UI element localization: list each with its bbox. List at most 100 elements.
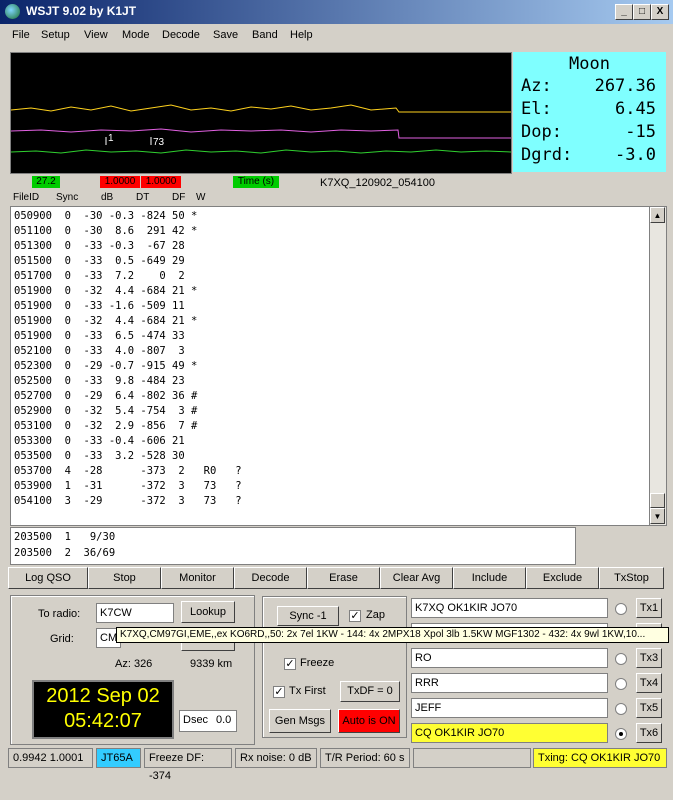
status-ratio: 0.9942 1.0001: [8, 748, 93, 768]
sync-spinner[interactable]: Sync -1: [277, 606, 339, 626]
list-item: 051100 0 -30 8.6 291 42 *: [14, 225, 198, 237]
vertical-scrollbar[interactable]: ▲ ▼: [649, 206, 667, 526]
file-name: K7XQ_120902_054100: [320, 177, 435, 189]
tx4-button[interactable]: Tx4: [636, 673, 662, 693]
dsec-label: Dsec: [183, 714, 209, 726]
tx4-radio[interactable]: [615, 678, 627, 690]
list-item: 051900 0 -33 6.5 -474 33: [14, 330, 185, 342]
clock-time: 05:42:07: [64, 710, 142, 732]
window-title: WSJT 9.02 by K1JT: [26, 4, 137, 18]
tx5-message[interactable]: JEFF: [411, 698, 608, 718]
menu-view[interactable]: View: [84, 29, 108, 41]
lookup-button[interactable]: Lookup: [181, 601, 235, 623]
col-fileid: FileID: [13, 192, 40, 203]
maximize-button[interactable]: □: [633, 4, 651, 20]
tx6-message[interactable]: CQ OK1KIR JO70: [411, 723, 608, 743]
col-db: dB: [101, 192, 114, 203]
dsec-value: 0.0: [216, 714, 232, 726]
grid-label: Grid:: [50, 633, 74, 645]
tx6-button[interactable]: Tx6: [636, 723, 662, 743]
green-trace: [10, 149, 512, 154]
minimize-button[interactable]: _: [615, 4, 633, 20]
menu-save[interactable]: Save: [213, 29, 238, 41]
menu-band[interactable]: Band: [252, 29, 278, 41]
freeze-checkbox[interactable]: ✓: [284, 658, 296, 670]
col-w: W: [196, 192, 206, 203]
status-blank: [413, 748, 531, 768]
control-button-row: Log QSO Stop Monitor Decode Erase Clear …: [8, 567, 664, 589]
close-button[interactable]: X: [651, 4, 669, 20]
status-mode: JT65A: [96, 748, 141, 768]
decode-button[interactable]: Decode: [234, 567, 307, 589]
zap-checkbox[interactable]: ✓: [349, 610, 361, 622]
spectrum-graph[interactable]: 1 73: [10, 52, 512, 174]
erase-button[interactable]: Erase: [307, 567, 380, 589]
monitor-button[interactable]: Monitor: [161, 567, 234, 589]
auto-button[interactable]: Auto is ON: [338, 709, 400, 733]
spectrum-plot: [10, 104, 512, 154]
menu-help[interactable]: Help: [290, 29, 313, 41]
list-item: 051900 0 -32 4.4 -684 21 *: [14, 285, 198, 297]
list-item: 053900 1 -31 -372 3 73 ?: [14, 480, 242, 492]
dop-value: -15: [625, 122, 656, 142]
menu-decode[interactable]: Decode: [162, 29, 200, 41]
scroll-up-icon[interactable]: ▲: [650, 207, 665, 223]
title-bar: WSJT 9.02 by K1JT _ □ X: [0, 0, 673, 24]
scroll-down-icon[interactable]: ▼: [650, 508, 665, 524]
txdf-button[interactable]: TxDF = 0: [340, 681, 400, 702]
exclude-button[interactable]: Exclude: [526, 567, 599, 589]
distance-text: 9339 km: [190, 658, 233, 670]
freeze-label: Freeze: [300, 657, 335, 669]
tx3-message[interactable]: RO: [411, 648, 608, 668]
tx1-message[interactable]: K7XQ OK1KIR JO70: [411, 598, 608, 618]
tx3-button[interactable]: Tx3: [636, 648, 662, 668]
menu-mode[interactable]: Mode: [122, 29, 150, 41]
zap-label: Zap: [366, 609, 385, 621]
txstop-button[interactable]: TxStop: [599, 567, 664, 589]
stop-button[interactable]: Stop: [88, 567, 161, 589]
tx-first-checkbox[interactable]: ✓: [273, 686, 285, 698]
callsign-tooltip: K7XQ,CM97GI,EME,,ex KO6RD,,50: 2x 7el 1K…: [116, 627, 669, 643]
status-freeze-df: Freeze DF: -374: [144, 748, 232, 782]
dsec-box[interactable]: Dsec 0.0: [179, 710, 237, 732]
list-item: 051700 0 -33 7.2 0 2: [14, 270, 185, 282]
gen-msgs-button[interactable]: Gen Msgs: [269, 709, 331, 733]
list-item: 053300 0 -33 -0.4 -606 21: [14, 435, 185, 447]
tx6-radio[interactable]: [615, 728, 627, 740]
tx4-message[interactable]: RRR: [411, 673, 608, 693]
col-dt: DT: [136, 192, 150, 203]
dop-label: Dop:: [521, 122, 562, 142]
to-radio-input[interactable]: K7CW: [96, 603, 174, 623]
list-item: 051500 0 -33 0.5 -649 29: [14, 255, 185, 267]
ratio-indicator-1: 1.0000: [100, 176, 140, 188]
utc-clock: 2012 Sep 02 05:42:07: [32, 680, 174, 739]
tx5-radio[interactable]: [615, 703, 627, 715]
list-item: 053700 4 -28 -373 2 R0 ?: [14, 465, 242, 477]
log-qso-button[interactable]: Log QSO: [8, 567, 88, 589]
magenta-trace: [10, 128, 511, 139]
col-sync: Sync: [56, 192, 79, 203]
moon-panel: Moon Az: 267.36 El: 6.45 Dop: -15 Dgrd: …: [513, 52, 666, 172]
tx3-radio[interactable]: [615, 653, 627, 665]
average-text-area[interactable]: 203500 1 9/30 203500 2 36/69: [10, 527, 576, 565]
level-indicator: 27.2: [32, 176, 60, 188]
list-item: 052500 0 -33 9.8 -484 23: [14, 375, 185, 387]
tx1-button[interactable]: Tx1: [636, 598, 662, 618]
clear-avg-button[interactable]: Clear Avg: [380, 567, 453, 589]
list-item: 052300 0 -29 -0.7 -915 49 *: [14, 360, 198, 372]
list-item: 053100 0 -32 2.9 -856 7 #: [14, 420, 198, 432]
scroll-thumb[interactable]: [650, 493, 665, 508]
dgrd-label: Dgrd:: [521, 145, 573, 165]
yellow-trace: [10, 104, 511, 113]
decoded-text-area[interactable]: 050900 0 -30 -0.3 -824 50 * 051100 0 -30…: [10, 206, 651, 526]
ratio-indicator-2: 1.0000: [141, 176, 181, 188]
list-item: 053500 0 -33 3.2 -528 30: [14, 450, 185, 462]
tx1-radio[interactable]: [615, 603, 627, 615]
menu-file[interactable]: File: [12, 29, 30, 41]
include-button[interactable]: Include: [453, 567, 526, 589]
menu-setup[interactable]: Setup: [41, 29, 70, 41]
tx5-button[interactable]: Tx5: [636, 698, 662, 718]
list-item: 051900 0 -32 4.4 -684 21 *: [14, 315, 198, 327]
clock-date: 2012 Sep 02: [46, 685, 160, 707]
app-icon: [5, 4, 20, 19]
